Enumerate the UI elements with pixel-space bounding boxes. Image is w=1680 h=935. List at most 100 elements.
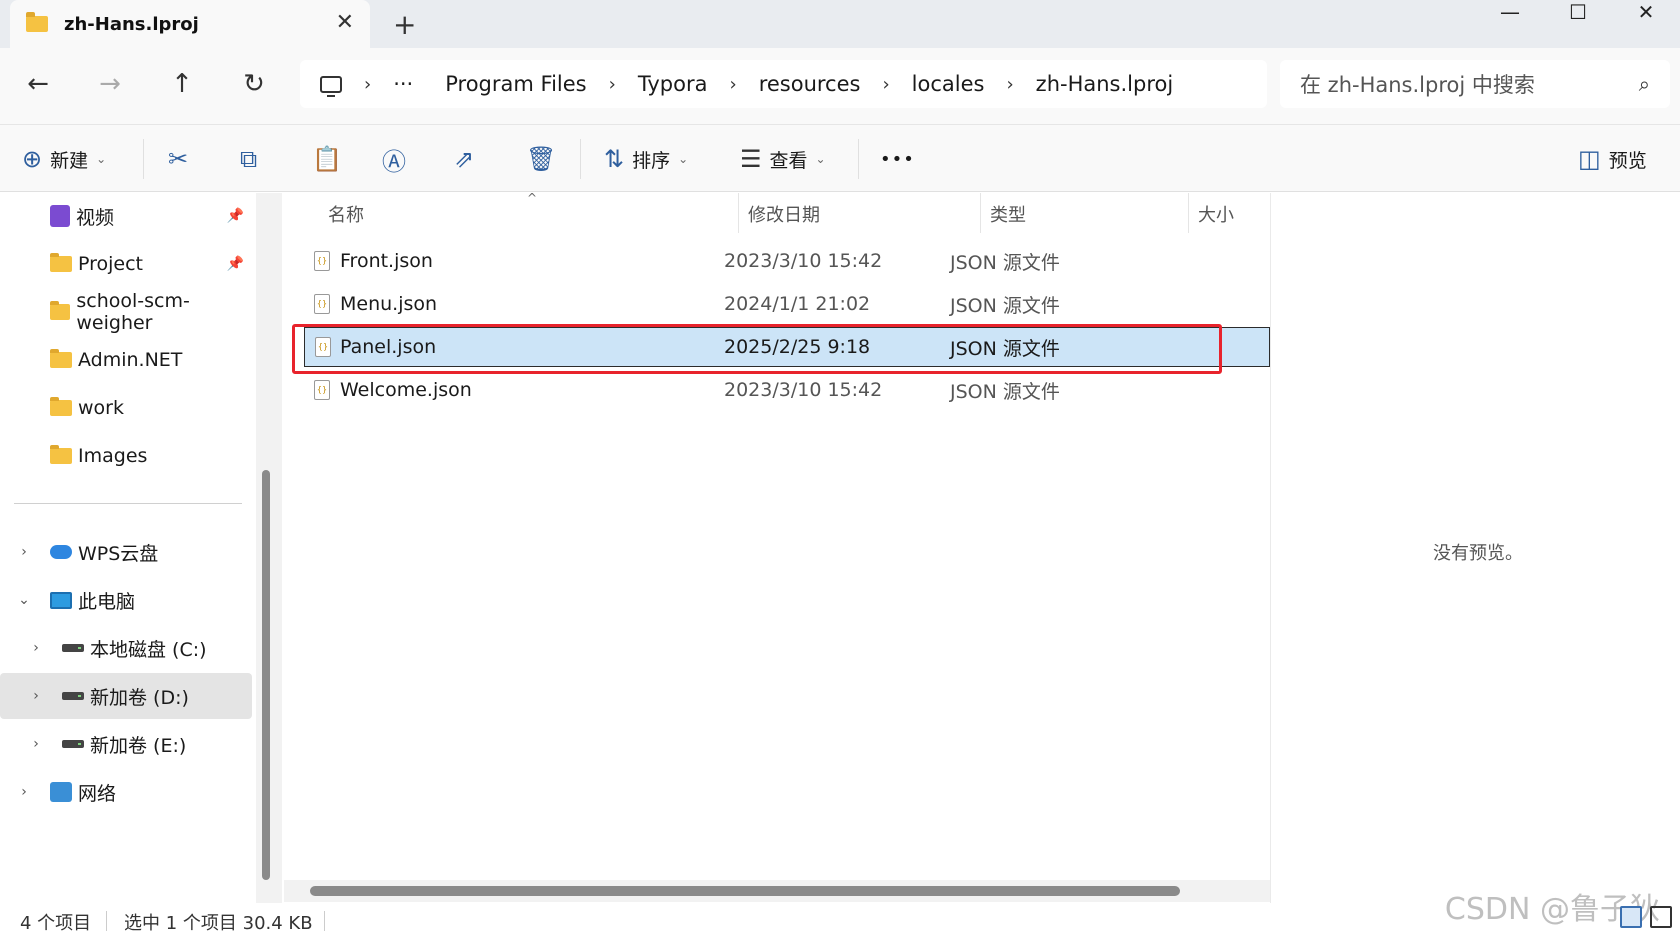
breadcrumb-separator[interactable]: ›	[364, 74, 371, 95]
back-button[interactable]: ←	[18, 64, 58, 104]
file-row[interactable]: {} Front.json 2023/3/10 15:42 JSON 源文件	[304, 241, 1270, 281]
drive-icon	[62, 740, 84, 748]
refresh-button[interactable]: ↻	[234, 64, 274, 104]
search-box[interactable]: 在 zh-Hans.lproj 中搜索 ⌕	[1280, 60, 1670, 108]
breadcrumb-resources[interactable]: resources	[759, 72, 861, 96]
json-file-icon: {}	[314, 294, 330, 314]
sidebar-item-school-scm-weigher[interactable]: school-scm-weigher	[0, 289, 252, 335]
status-bar: 4 个项目 选中 1 个项目 30.4 KB	[0, 903, 1680, 934]
column-header-type[interactable]: 类型	[990, 201, 1026, 227]
chevron-right-icon[interactable]: ›	[24, 640, 48, 656]
chevron-right-icon[interactable]: ›	[24, 736, 48, 752]
column-divider[interactable]	[738, 193, 739, 233]
breadcrumb-separator[interactable]: ›	[729, 74, 736, 95]
column-divider[interactable]	[980, 193, 981, 233]
file-list: ^ 名称 修改日期 类型 大小 {} Front.json 2023/3/10 …	[282, 191, 1270, 903]
status-divider	[324, 911, 325, 931]
breadcrumb-program-files[interactable]: Program Files	[445, 72, 586, 96]
view-button[interactable]: ☰ 查看 ⌄	[740, 142, 826, 176]
clipboard-icon: 📋	[312, 145, 342, 173]
sidebar-item-this-pc[interactable]: ⌄ 此电脑	[0, 577, 252, 623]
copy-button[interactable]: ⧉	[240, 142, 265, 176]
close-window-button[interactable]: ✕	[1616, 0, 1676, 30]
sidebar-scrollbar-thumb[interactable]	[262, 470, 270, 880]
sidebar-item-network[interactable]: › 网络	[0, 769, 252, 815]
chevron-right-icon[interactable]: ›	[12, 544, 36, 560]
breadcrumb-locales[interactable]: locales	[912, 72, 985, 96]
column-divider[interactable]	[1188, 193, 1189, 233]
column-header-size[interactable]: 大小	[1198, 201, 1234, 227]
sidebar-item-images[interactable]: Images	[0, 433, 252, 479]
file-row-selected[interactable]: {} Panel.json 2025/2/25 9:18 JSON 源文件	[304, 327, 1270, 367]
title-bar: zh-Hans.lproj ✕ + — ☐ ✕	[0, 0, 1680, 48]
share-button[interactable]: ⇗	[454, 142, 482, 176]
view-toggle	[1620, 906, 1672, 928]
sidebar-divider	[14, 503, 242, 504]
sidebar-item-work[interactable]: work	[0, 385, 252, 431]
delete-button[interactable]: 🗑	[526, 142, 564, 176]
sidebar-item-label: WPS云盘	[78, 542, 159, 565]
close-tab-button[interactable]: ✕	[336, 10, 354, 35]
file-name: Menu.json	[340, 293, 438, 315]
folder-icon	[26, 12, 48, 32]
tab-active[interactable]: zh-Hans.lproj ✕	[10, 0, 370, 48]
file-modified: 2023/3/10 15:42	[724, 250, 883, 272]
column-header-modified[interactable]: 修改日期	[748, 201, 820, 227]
json-file-icon: {}	[315, 337, 331, 357]
breadcrumb-separator[interactable]: ›	[882, 74, 889, 95]
up-button[interactable]: ↑	[162, 64, 202, 104]
file-modified: 2023/3/10 15:42	[724, 379, 883, 401]
file-modified: 2025/2/25 9:18	[724, 336, 871, 358]
plus-circle-icon: ⊕	[22, 145, 43, 173]
sidebar-item-drive-c[interactable]: › 本地磁盘 (C:)	[0, 625, 252, 671]
drive-icon	[62, 644, 84, 652]
search-input[interactable]: 在 zh-Hans.lproj 中搜索	[1300, 69, 1639, 99]
computer-icon[interactable]	[320, 75, 342, 97]
breadcrumb-overflow[interactable]: ···	[393, 72, 413, 96]
horizontal-scrollbar-thumb[interactable]	[310, 886, 1180, 896]
sidebar-item-wps-cloud[interactable]: › WPS云盘	[0, 529, 252, 575]
chevron-down-icon[interactable]: ⌄	[12, 592, 36, 608]
search-icon[interactable]: ⌕	[1639, 72, 1650, 96]
new-tab-button[interactable]: +	[393, 8, 416, 41]
file-name: Panel.json	[340, 336, 437, 358]
file-row[interactable]: {} Menu.json 2024/1/1 21:02 JSON 源文件	[304, 284, 1270, 324]
new-button[interactable]: ⊕ 新建 ⌄	[22, 142, 106, 176]
sort-icon: ⇅	[604, 145, 625, 173]
breadcrumb-separator[interactable]: ›	[609, 74, 616, 95]
sidebar-item-drive-d[interactable]: › 新加卷 (D:)	[0, 673, 252, 719]
chevron-down-icon: ⌄	[815, 152, 826, 166]
paste-button[interactable]: 📋	[312, 142, 350, 176]
scissors-icon: ✂	[168, 145, 189, 173]
cut-button[interactable]: ✂	[168, 142, 196, 176]
sort-button[interactable]: ⇅ 排序 ⌄	[604, 142, 688, 176]
breadcrumb-typora[interactable]: Typora	[638, 72, 708, 96]
more-options-button[interactable]: •••	[880, 142, 915, 176]
breadcrumb-zh-hans[interactable]: zh-Hans.lproj	[1036, 72, 1174, 96]
file-name: Welcome.json	[340, 379, 472, 401]
sidebar-item-admin-net[interactable]: Admin.NET	[0, 337, 252, 383]
tiles-view-icon[interactable]	[1650, 906, 1672, 928]
breadcrumb-separator[interactable]: ›	[1006, 74, 1013, 95]
sidebar-item-drive-e[interactable]: › 新加卷 (E:)	[0, 721, 252, 767]
minimize-button[interactable]: —	[1480, 0, 1540, 30]
maximize-button[interactable]: ☐	[1548, 0, 1608, 30]
sidebar-item-project[interactable]: Project 📌	[0, 241, 252, 287]
status-divider	[106, 911, 107, 931]
file-row[interactable]: {} Welcome.json 2023/3/10 15:42 JSON 源文件	[304, 370, 1270, 410]
share-icon: ⇗	[454, 145, 475, 173]
sidebar-item-videos[interactable]: 视频 📌	[0, 193, 252, 239]
chevron-right-icon[interactable]: ›	[24, 688, 48, 704]
details-view-icon[interactable]	[1620, 906, 1642, 928]
rename-button[interactable]: Ⓐ	[382, 142, 414, 176]
preview-pane-button[interactable]: ◫ 预览	[1578, 142, 1647, 176]
forward-button[interactable]: →	[90, 64, 130, 104]
column-header-name[interactable]: 名称	[328, 201, 364, 227]
address-bar[interactable]: › ··· Program Files › Typora › resources…	[300, 60, 1267, 108]
selection-info: 选中 1 个项目 30.4 KB	[124, 913, 313, 934]
sidebar-item-label: Admin.NET	[78, 349, 183, 371]
sort-label: 排序	[632, 149, 671, 172]
sidebar-item-label: 网络	[78, 782, 117, 805]
chevron-right-icon[interactable]: ›	[12, 784, 36, 800]
navigation-pane: 视频 📌 Project 📌 school-scm-weigher Admin.…	[0, 193, 256, 903]
